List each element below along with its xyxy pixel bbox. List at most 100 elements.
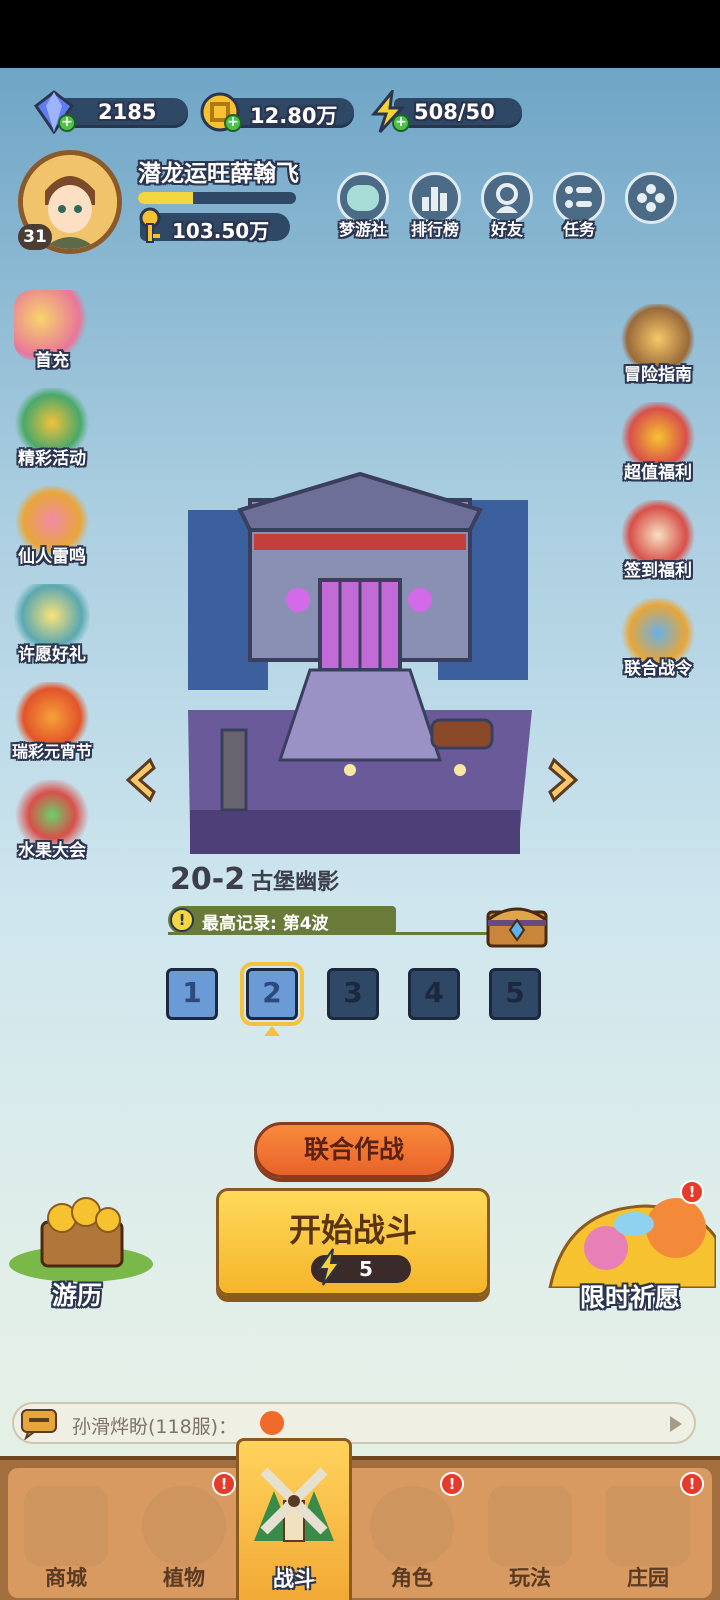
tab-plants-label: 植物 [163,1566,205,1590]
treasure-pile-icon [9,1197,153,1282]
nav-dream-club-label: 梦游社 [338,220,387,239]
travel-button[interactable]: 游历 [6,1192,166,1312]
start-battle-button[interactable]: 开始战斗 5 [216,1188,490,1296]
gold-value: 12.80万 [250,104,338,128]
gameplay-icon [488,1486,572,1566]
side-immortal-thunder[interactable]: 仙人雷鸣 [2,486,102,567]
side-events[interactable]: 精彩活动 [2,388,102,469]
side-wish-gift-label: 许愿好礼 [18,645,86,665]
side-value-welfare-label: 超值福利 [624,463,692,483]
gem-counter[interactable]: + 2185 [32,90,188,134]
game-main-screen: + 2185 + 12.80万 + 508/50 31 潜龙运旺薛翰飞 103.… [0,68,720,1600]
nav-tasks[interactable]: 任务 [550,172,608,240]
tab-shop[interactable]: 商城 [8,1468,124,1598]
side-fruit-fair[interactable]: 水果大会 [2,780,102,861]
angry-emoji-icon [260,1411,284,1435]
key-icon [139,207,161,243]
start-battle-label: 开始战斗 [288,1211,417,1249]
side-wish-gift[interactable]: 许愿好礼 [2,584,102,665]
side-signin-welfare-label: 签到福利 [624,561,692,581]
side-battle-pass[interactable]: 联合战令 [608,598,708,679]
nav-leaderboard-label: 排行榜 [410,220,459,239]
world-chat-bar[interactable]: 孙滑烨盼(118服)： [12,1402,696,1444]
gem-value: 2185 [98,100,157,124]
characters-icon [370,1486,454,1566]
characters-alert-badge: ! [440,1472,464,1496]
shop-icon [24,1486,108,1566]
bottom-navigation-panel: 商城 植物 ! 战斗 角色 ! 玩法 庄园 ! [8,1438,712,1600]
stage-castle-illustration[interactable] [170,470,550,860]
start-battle-cost: 5 [311,1248,411,1286]
chat-expand-arrow-icon[interactable] [670,1416,682,1432]
previous-stage-arrow-icon[interactable] [122,756,156,804]
key-value: 103.50万 [172,219,270,243]
wave-5-button[interactable]: 5 [489,968,541,1020]
stage-title: 20-2 古堡幽影 [170,862,339,897]
nav-leaderboard[interactable]: 排行榜 [406,172,464,240]
add-gold-plus-icon[interactable]: + [224,114,242,132]
chat-message: 孙滑烨盼(118服)： [72,1416,238,1438]
side-battle-pass-label: 联合战令 [624,659,692,679]
windmill-icon [254,1467,334,1542]
tab-characters-label: 角色 [391,1566,433,1590]
tab-manor-label: 庄园 [627,1566,669,1590]
side-adventure-guide-label: 冒险指南 [624,365,692,385]
wish-alert-badge: ! [680,1180,704,1204]
next-stage-arrow-icon[interactable] [548,756,582,804]
treasure-chest-icon[interactable] [484,898,550,948]
nav-friends[interactable]: 好友 [478,172,536,240]
tab-plants[interactable]: 植物 ! [126,1468,242,1598]
side-first-recharge-label: 首充 [35,351,69,371]
energy-value: 508/50 [414,100,495,124]
nav-friends-label: 好友 [490,220,523,239]
add-gems-plus-icon[interactable]: + [58,114,76,132]
tab-manor[interactable]: 庄园 ! [590,1468,706,1598]
side-first-recharge[interactable]: 首充 [2,290,102,371]
side-events-label: 精彩活动 [18,449,86,469]
manor-house-icon [606,1486,690,1566]
gold-counter[interactable]: + 12.80万 [198,90,354,134]
manor-alert-badge: ! [680,1472,704,1496]
nav-more[interactable] [622,172,680,224]
wave-1-button[interactable]: 1 [166,968,218,1020]
side-fruit-fair-label: 水果大会 [18,841,86,861]
bottom-navigation: 商城 植物 ! 战斗 角色 ! 玩法 庄园 ! [0,1438,720,1600]
add-energy-plus-icon[interactable]: + [392,114,410,132]
travel-label: 游历 [52,1281,103,1310]
energy-counter[interactable]: + 508/50 [366,90,522,134]
plants-alert-badge: ! [212,1472,236,1496]
player-name: 潜龙运旺薛翰飞 [138,161,299,187]
limited-wish-label: 限时祈愿 [580,1283,681,1312]
wave-4-button[interactable]: 4 [408,968,460,1020]
xp-bar [138,192,296,204]
tab-shop-label: 商城 [45,1566,87,1590]
tab-characters[interactable]: 角色 ! [354,1468,470,1598]
side-lantern-festival-label: 瑞彩元宵节 [11,742,92,761]
tab-battle-label: 战斗 [273,1567,315,1591]
side-adventure-guide[interactable]: 冒险指南 [608,304,708,385]
limited-wish-button[interactable]: ! 限时祈愿 [546,1178,720,1318]
stage-name: 古堡幽影 [251,870,340,895]
side-immortal-thunder-label: 仙人雷鸣 [18,547,86,567]
tab-battle[interactable]: 战斗 [236,1438,352,1600]
best-record-text: 最高记录: 第4波 [202,914,329,934]
nav-tasks-label: 任务 [562,220,595,239]
tab-gameplay[interactable]: 玩法 [472,1468,588,1598]
wave-2-button[interactable]: 2 [240,962,304,1026]
energy-cost-lightning-icon [317,1248,341,1286]
nav-dream-club[interactable]: 梦游社 [334,172,392,240]
tab-gameplay-label: 玩法 [509,1566,551,1590]
stage-number: 20-2 [170,862,246,897]
start-battle-cost-value: 5 [359,1257,373,1281]
side-value-welfare[interactable]: 超值福利 [608,402,708,483]
xp-bar-fill [138,192,194,204]
side-signin-welfare[interactable]: 签到福利 [608,500,708,581]
info-icon: ! [170,908,194,932]
side-lantern-festival[interactable]: 瑞彩元宵节 [2,682,102,762]
player-level-badge: 31 [18,224,52,250]
chat-bubble-icon [21,1409,57,1440]
more-menu-icon [625,172,677,224]
coop-battle-button[interactable]: 联合作战 [254,1122,454,1178]
plants-icon [142,1486,226,1566]
wave-3-button[interactable]: 3 [327,968,379,1020]
